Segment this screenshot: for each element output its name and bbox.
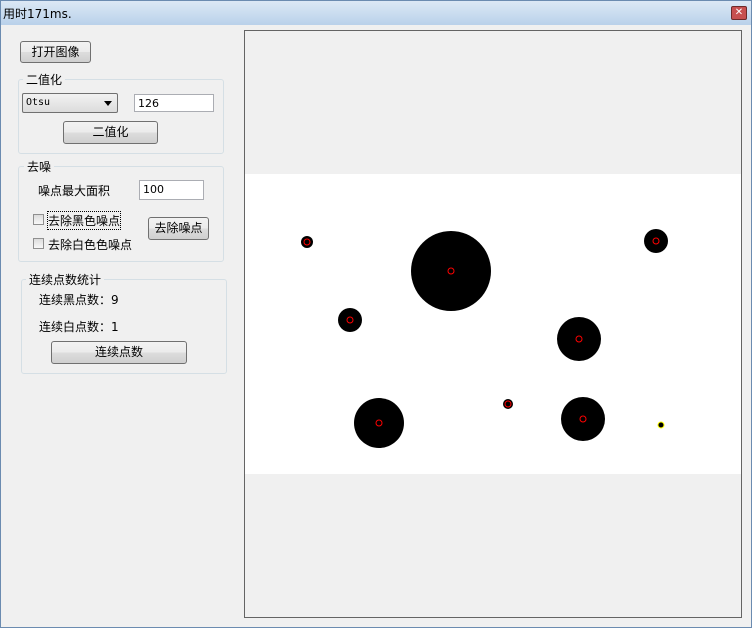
binarize-group-label: 二值化 [23, 71, 66, 88]
black-blob [354, 398, 404, 448]
open-image-button[interactable]: 打开图像 [20, 41, 91, 63]
black-blob [561, 397, 605, 441]
black-count-row: 连续黑点数：9 [39, 291, 119, 308]
black-blob [338, 308, 362, 332]
main-window: 用时171ms. ✕ 打开图像 二值化 Otsu 126 二值化 去噪 噪点最大… [0, 0, 752, 628]
threshold-input[interactable]: 126 [134, 94, 214, 112]
max-area-label: 噪点最大面积 [38, 184, 111, 198]
black-blob [411, 231, 491, 311]
image-view [244, 30, 742, 618]
white-count-label: 连续白点数： [39, 320, 112, 334]
stats-group-label: 连续点数统计 [26, 271, 105, 288]
image-background [245, 174, 741, 474]
chevron-down-icon [104, 101, 112, 106]
binarize-method-select[interactable]: Otsu [22, 93, 118, 113]
black-blob [301, 236, 313, 248]
black-count-value: 9 [111, 293, 119, 307]
black-count-label: 连续黑点数： [39, 293, 112, 307]
white-count-row: 连续白点数：1 [39, 318, 119, 335]
binarize-method-value: Otsu [26, 97, 51, 108]
count-points-button[interactable]: 连续点数 [51, 341, 187, 364]
close-icon[interactable]: ✕ [731, 6, 747, 20]
max-area-input[interactable]: 100 [139, 180, 204, 200]
black-blob [557, 317, 601, 361]
remove-white-checkbox[interactable] [33, 238, 44, 249]
black-blob [644, 229, 668, 253]
remove-white-label[interactable]: 去除白色色噪点 [48, 236, 132, 253]
remove-black-checkbox[interactable] [33, 214, 44, 225]
window-title: 用时171ms. [3, 7, 72, 21]
denoise-group-label: 去噪 [24, 158, 55, 175]
binarize-button[interactable]: 二值化 [63, 121, 158, 144]
white-count-value: 1 [111, 320, 119, 334]
remove-black-label[interactable]: 去除黑色噪点 [46, 211, 122, 230]
processed-image [245, 174, 741, 474]
title-bar: 用时171ms. ✕ [1, 1, 751, 25]
remove-noise-button[interactable]: 去除噪点 [148, 217, 209, 240]
white-blob-marker [657, 421, 665, 429]
